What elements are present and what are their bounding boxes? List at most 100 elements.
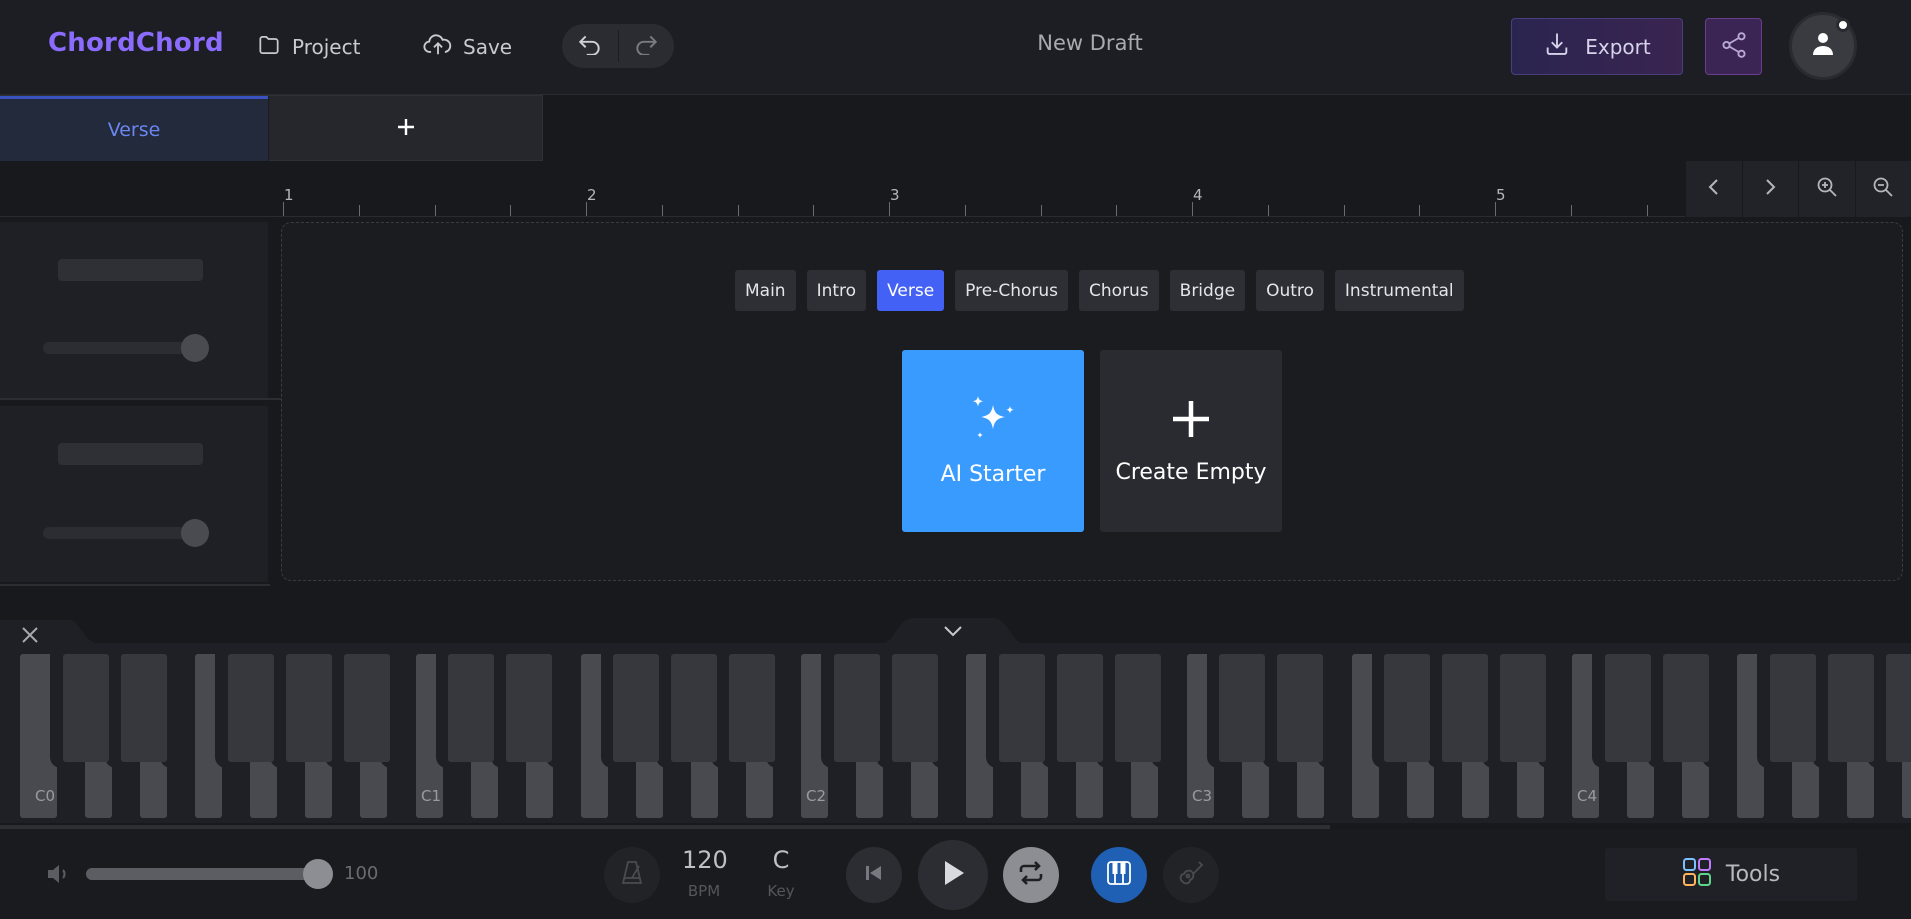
- zoom-in-button[interactable]: [1798, 161, 1855, 217]
- metronome-button[interactable]: [604, 847, 660, 903]
- skip-back-button[interactable]: [846, 847, 902, 903]
- scroll-left-button[interactable]: [1685, 161, 1742, 217]
- volume-button[interactable]: [46, 862, 72, 890]
- tools-label: Tools: [1725, 862, 1781, 887]
- top-bar: ChordChord Project Save New Draft Export: [0, 0, 1911, 95]
- master-volume-knob[interactable]: [303, 859, 333, 889]
- key-label: Key: [767, 882, 795, 900]
- section-chip-intro[interactable]: Intro: [806, 270, 867, 311]
- piano-black-key[interactable]: [892, 654, 938, 762]
- section-chip-chorus[interactable]: Chorus: [1078, 270, 1159, 311]
- zoom-in-icon: [1816, 176, 1838, 202]
- piano-black-key[interactable]: [228, 654, 274, 762]
- ai-starter-label: AI Starter: [940, 461, 1046, 487]
- piano-black-key[interactable]: [1770, 654, 1816, 762]
- piano-black-key[interactable]: [1442, 654, 1488, 762]
- redo-icon: [633, 33, 659, 59]
- piano-black-key[interactable]: [286, 654, 332, 762]
- ruler-tick: [1571, 205, 1572, 216]
- piano-black-key[interactable]: [613, 654, 659, 762]
- bpm-value[interactable]: 120: [682, 846, 728, 874]
- tab-verse[interactable]: Verse: [0, 96, 268, 161]
- ruler-tick: [435, 205, 436, 216]
- piano-black-key[interactable]: [121, 654, 167, 762]
- section-chip-instrumental[interactable]: Instrumental: [1334, 270, 1464, 311]
- key-value[interactable]: C: [764, 846, 798, 874]
- undo-icon: [577, 33, 603, 59]
- piano-black-key[interactable]: [1663, 654, 1709, 762]
- skip-back-icon: [864, 864, 884, 886]
- metronome-icon: [618, 859, 646, 891]
- add-section-tab-button[interactable]: [268, 96, 542, 161]
- project-button[interactable]: Project: [256, 30, 360, 64]
- piano-black-key[interactable]: [506, 654, 552, 762]
- create-empty-card[interactable]: Create Empty: [1100, 350, 1282, 532]
- ruler-tick: [1041, 205, 1042, 216]
- section-chip-bridge[interactable]: Bridge: [1169, 270, 1246, 311]
- loop-button[interactable]: [1003, 847, 1059, 903]
- draft-title[interactable]: New Draft: [980, 31, 1200, 55]
- bar-number: 2: [587, 186, 597, 204]
- sparkles-icon: [968, 395, 1018, 448]
- redo-button[interactable]: [618, 24, 674, 68]
- piano-black-key[interactable]: [448, 654, 494, 762]
- app-logo[interactable]: ChordChord: [48, 28, 224, 58]
- piano-black-key[interactable]: [1384, 654, 1430, 762]
- chevron-right-icon: [1762, 177, 1778, 201]
- timeline-ruler[interactable]: 1 2 3 4 5: [270, 186, 1685, 216]
- section-chip-outro[interactable]: Outro: [1256, 270, 1324, 311]
- ruler-tick: [1192, 202, 1193, 216]
- volume-value: 100: [344, 863, 379, 884]
- octave-label: C1: [421, 787, 442, 805]
- zoom-out-icon: [1872, 176, 1894, 202]
- section-chip-main[interactable]: Main: [735, 270, 796, 311]
- octave-label: C2: [806, 787, 827, 805]
- share-button[interactable]: [1705, 18, 1762, 75]
- zoom-out-button[interactable]: [1854, 161, 1911, 217]
- piano-black-key[interactable]: [999, 654, 1045, 762]
- track-volume-knob[interactable]: [181, 519, 209, 547]
- export-label: Export: [1585, 34, 1651, 59]
- piano-black-key[interactable]: [834, 654, 880, 762]
- create-empty-label: Create Empty: [1115, 459, 1267, 485]
- undo-button[interactable]: [562, 24, 618, 68]
- share-icon: [1719, 30, 1749, 64]
- ruler-tick: [1495, 202, 1496, 216]
- piano-black-key[interactable]: [344, 654, 390, 762]
- ruler-tick: [1344, 205, 1345, 216]
- piano-black-key[interactable]: [671, 654, 717, 762]
- ruler-tick: [1647, 205, 1648, 216]
- cloud-upload-icon: [423, 31, 453, 64]
- piano-black-key[interactable]: [1828, 654, 1874, 762]
- tools-button[interactable]: Tools: [1605, 848, 1857, 901]
- section-chip-pre-chorus[interactable]: Pre-Chorus: [955, 270, 1068, 311]
- guitar-mode-button[interactable]: [1163, 847, 1219, 903]
- scroll-right-button[interactable]: [1741, 161, 1799, 217]
- section-chip-verse[interactable]: Verse: [877, 270, 945, 311]
- play-button[interactable]: [918, 840, 988, 910]
- piano-black-key[interactable]: [1500, 654, 1546, 762]
- piano-black-key[interactable]: [729, 654, 775, 762]
- piano-black-key[interactable]: [1115, 654, 1161, 762]
- ruler-tick: [662, 205, 663, 216]
- track-name-placeholder: [58, 443, 203, 465]
- piano-close-tab: [0, 620, 110, 644]
- ai-starter-card[interactable]: AI Starter: [902, 350, 1084, 532]
- user-avatar[interactable]: [1789, 12, 1857, 80]
- piano-black-key[interactable]: [1277, 654, 1323, 762]
- piano-black-key[interactable]: [63, 654, 109, 762]
- tools-grid-icon: [1682, 857, 1712, 893]
- loop-icon: [1017, 860, 1045, 890]
- master-volume-slider[interactable]: [86, 868, 322, 880]
- export-button[interactable]: Export: [1511, 18, 1683, 75]
- save-button[interactable]: Save: [423, 30, 512, 64]
- piano-black-key[interactable]: [1057, 654, 1103, 762]
- octave-label: C3: [1192, 787, 1213, 805]
- piano-black-key[interactable]: [1219, 654, 1265, 762]
- track-volume-knob[interactable]: [181, 334, 209, 362]
- piano-mode-button[interactable]: [1091, 847, 1147, 903]
- piano-black-key[interactable]: [1605, 654, 1651, 762]
- piano-black-key[interactable]: [1886, 654, 1911, 762]
- bpm-label: BPM: [687, 882, 721, 900]
- download-icon: [1543, 30, 1571, 63]
